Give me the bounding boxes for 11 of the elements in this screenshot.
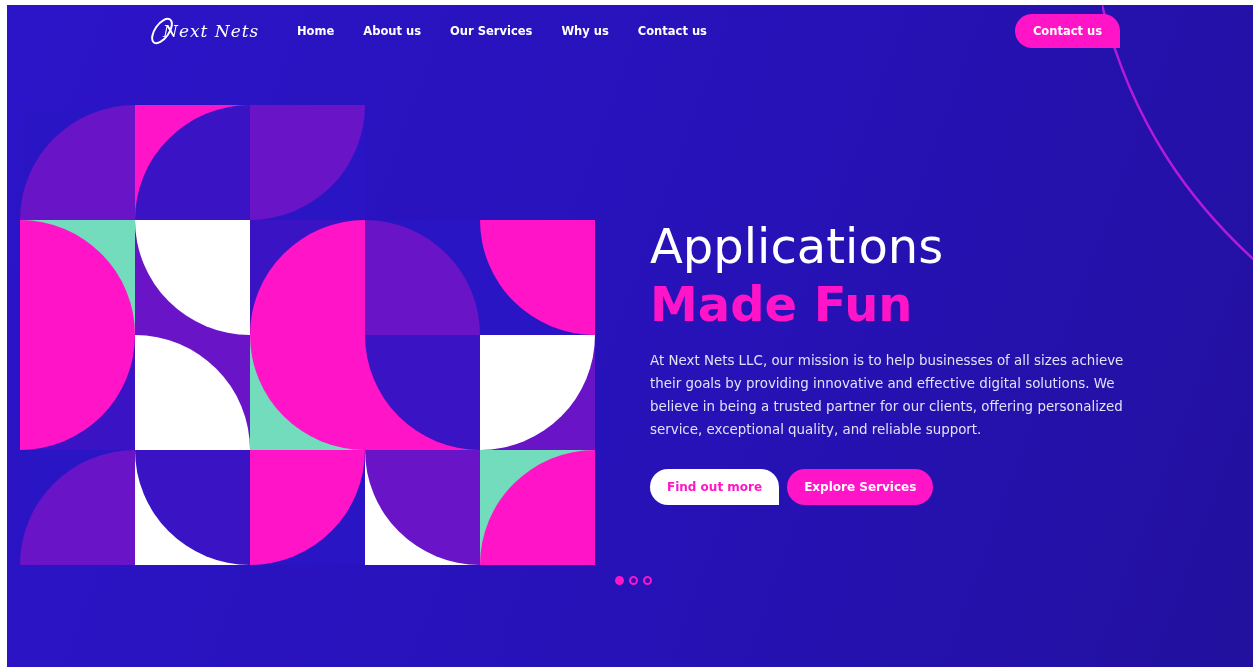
nav-link[interactable]: Home <box>297 24 335 38</box>
carousel-dot[interactable] <box>615 576 624 585</box>
nav-link[interactable]: About us <box>363 24 422 38</box>
hero-subtitle: Made Fun <box>650 275 914 333</box>
nav-link[interactable]: Why us <box>561 24 609 38</box>
hero-title: Applications <box>650 217 945 275</box>
hero-description: At Next Nets LLC, our mission is to help businesses of all sizes achieve their goals by providing innovative and effective digital solutions. We believe in being a trusted partner for our clients, offering personalized service, exceptional quality, and reliable support. <box>650 352 1125 439</box>
nav-link[interactable]: Contact us <box>637 24 707 38</box>
carousel-dot[interactable] <box>629 576 638 585</box>
nav-link[interactable]: Our Services <box>450 24 533 38</box>
carousel-dot[interactable] <box>643 576 652 585</box>
